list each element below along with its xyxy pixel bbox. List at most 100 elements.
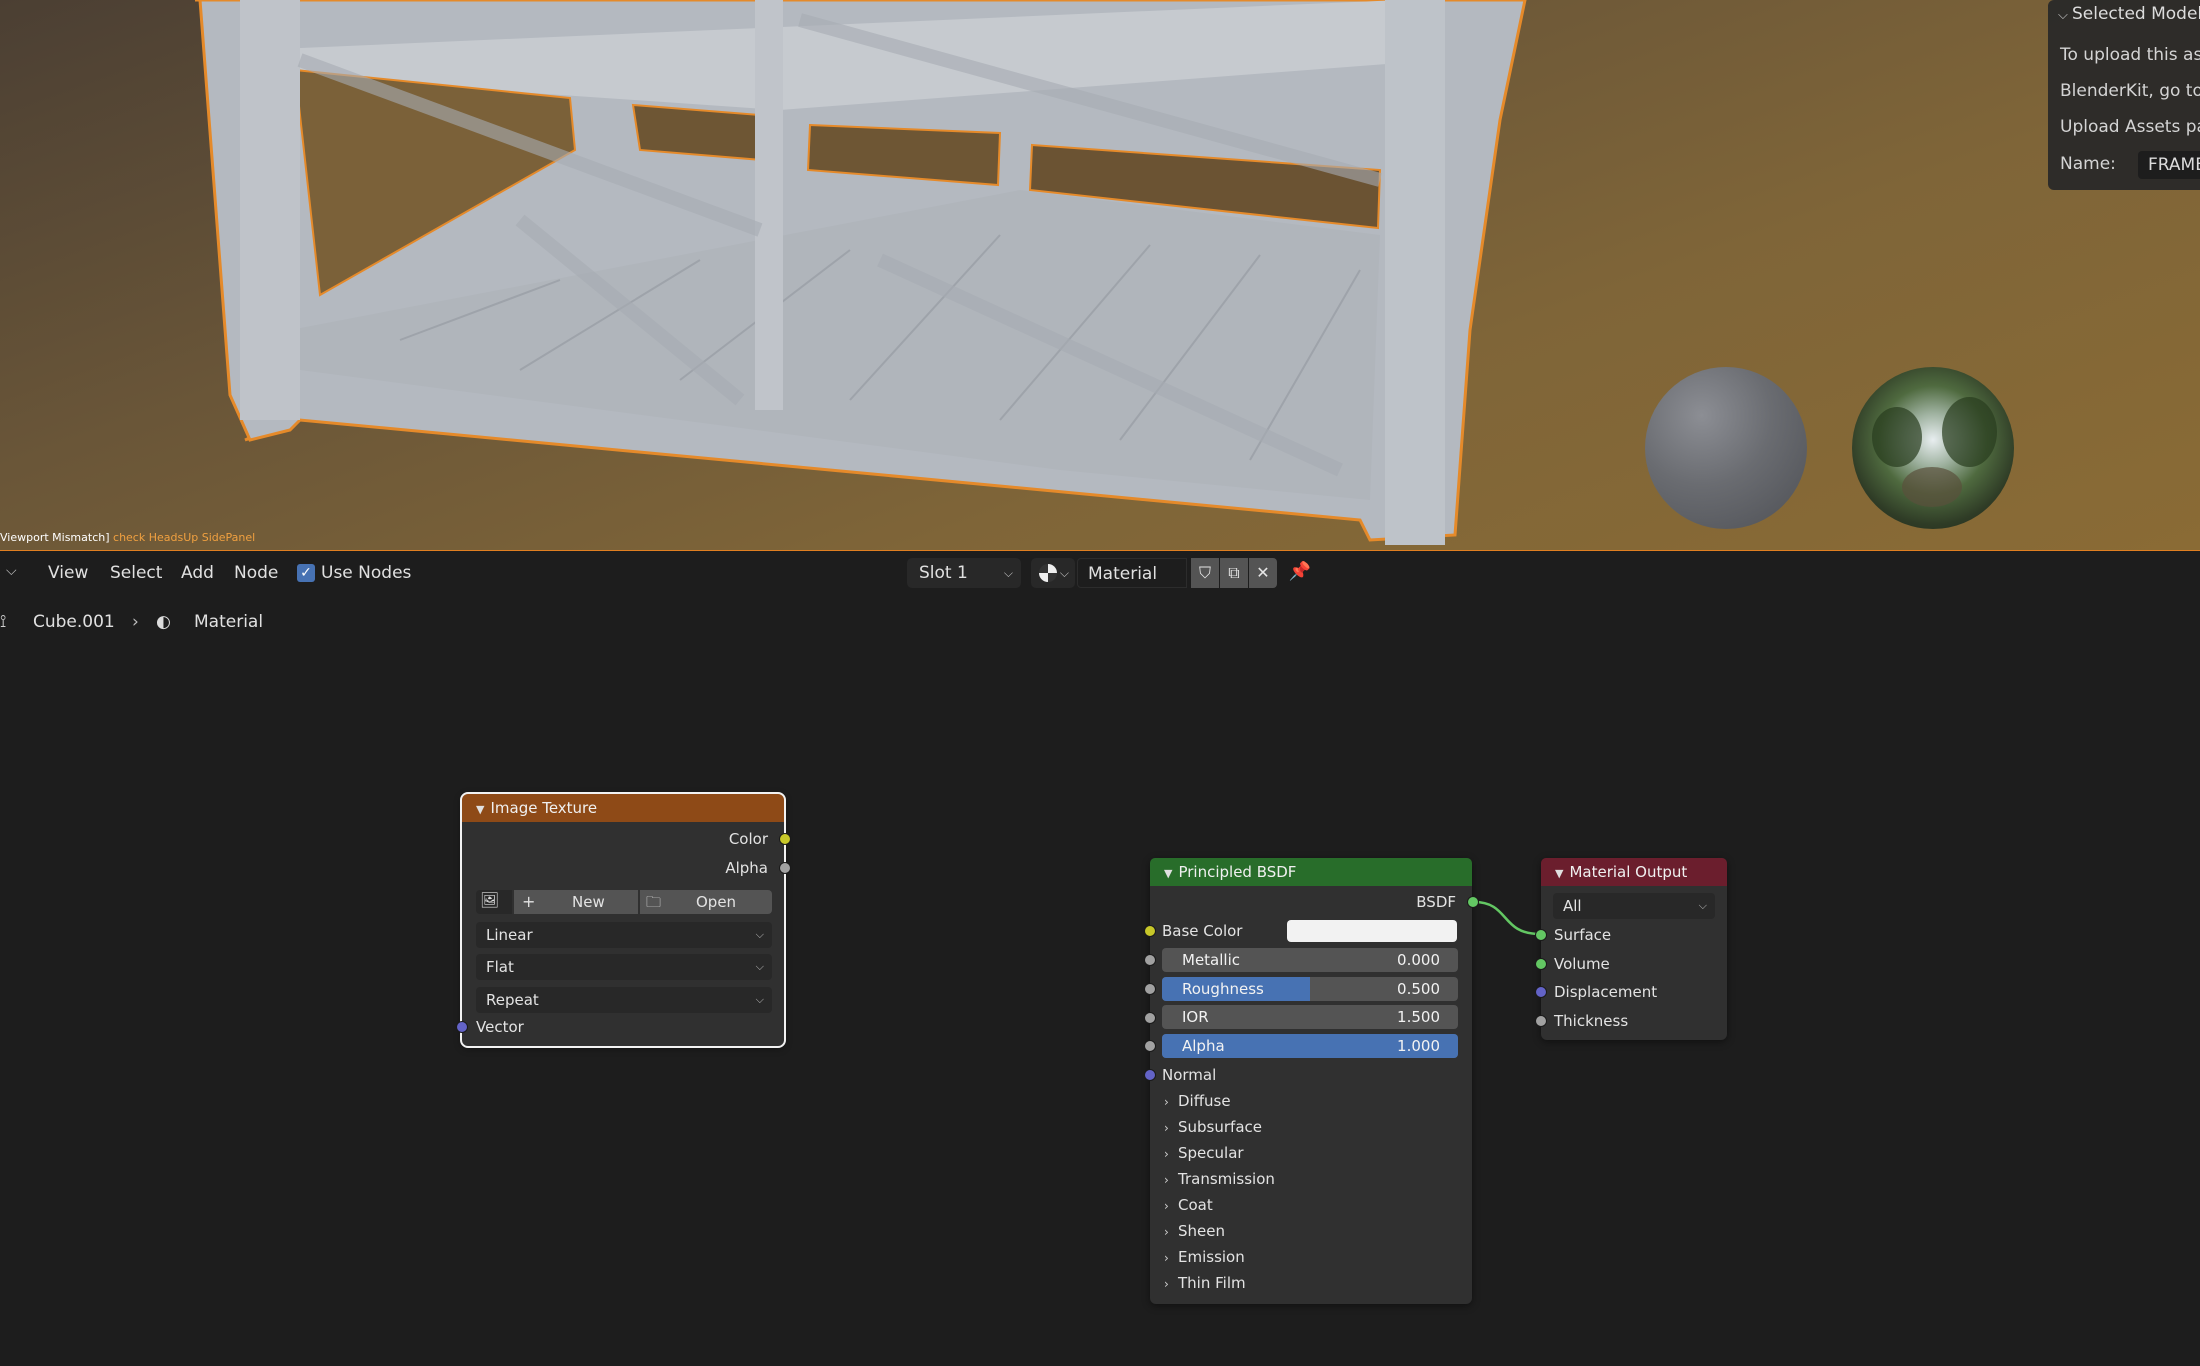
material-sphere-icon xyxy=(1039,564,1057,582)
chevron-right-icon: › xyxy=(1164,1121,1169,1135)
panel-coat[interactable]: › Coat xyxy=(1164,1192,1213,1218)
node-header[interactable]: ▼ Principled BSDF xyxy=(1150,858,1472,886)
panel-text-line: Upload Assets pa xyxy=(2060,117,2200,137)
alpha-socket[interactable] xyxy=(1144,1040,1156,1052)
ior-slider[interactable]: IOR 1.500 xyxy=(1162,1005,1458,1029)
input-surface: Surface xyxy=(1554,926,1612,944)
use-nodes-label: Use Nodes xyxy=(321,563,412,583)
chevron-down-icon: ⌵ xyxy=(2058,8,2068,23)
panel-header[interactable]: ⌵ Selected Model xyxy=(2058,4,2200,24)
alpha-slider[interactable]: Alpha 1.000 xyxy=(1162,1034,1458,1058)
pin-icon[interactable]: 📌 xyxy=(1288,561,1312,585)
browse-image-button[interactable]: 🖼 xyxy=(476,890,512,914)
unlink-close-icon[interactable]: ✕ xyxy=(1249,558,1277,588)
matcap-preview-sphere xyxy=(1645,367,1807,529)
node-header[interactable]: ▼ Material Output xyxy=(1541,858,1727,886)
metallic-slider[interactable]: Metallic 0.000 xyxy=(1162,948,1458,972)
chevron-right-icon: › xyxy=(132,612,139,632)
material-icon: ◐ xyxy=(156,612,171,632)
panel-specular[interactable]: › Specular xyxy=(1164,1140,1244,1166)
slot-dropdown[interactable]: Slot 1 ⌵ xyxy=(907,558,1021,588)
blenderkit-side-panel: ⌵ Selected Model To upload this ass Blend… xyxy=(2048,0,2200,190)
panel-diffuse[interactable]: › Diffuse xyxy=(1164,1088,1231,1114)
chevron-down-icon: ⌵ xyxy=(1698,899,1707,912)
input-displacement: Displacement xyxy=(1554,983,1658,1001)
surface-input-socket[interactable] xyxy=(1535,929,1547,941)
chevron-down-icon: ⌵ xyxy=(755,928,764,941)
chevron-down-icon: ⌵ xyxy=(1059,566,1069,580)
ior-socket[interactable] xyxy=(1144,1012,1156,1024)
chevron-down-icon: ⌵ xyxy=(755,993,764,1006)
extension-dropdown[interactable]: Repeat ⌵ xyxy=(476,987,772,1013)
browse-material-button[interactable]: ⌵ xyxy=(1031,558,1075,588)
thickness-input-socket[interactable] xyxy=(1535,1015,1547,1027)
normal-socket[interactable] xyxy=(1144,1069,1156,1081)
breadcrumb-material: Material xyxy=(194,612,264,632)
displacement-input-socket[interactable] xyxy=(1535,986,1547,998)
chevron-right-icon: › xyxy=(1164,1147,1169,1161)
editor-type-dropdown[interactable]: ⌵ xyxy=(6,563,17,579)
panel-subsurface[interactable]: › Subsurface xyxy=(1164,1114,1262,1140)
chevron-down-icon: ▼ xyxy=(1164,867,1173,880)
roughness-slider[interactable]: Roughness 0.500 xyxy=(1162,977,1458,1001)
menu-add[interactable]: Add xyxy=(181,563,214,583)
chevron-down-icon: ⌵ xyxy=(755,960,764,973)
menu-node[interactable]: Node xyxy=(234,563,278,583)
bsdf-output-socket[interactable] xyxy=(1467,896,1479,908)
target-dropdown[interactable]: All ⌵ xyxy=(1553,893,1715,919)
interpolation-dropdown[interactable]: Linear ⌵ xyxy=(476,922,772,948)
open-image-button[interactable]: 🗀 Open xyxy=(640,890,772,914)
use-nodes-checkbox[interactable]: ✓ xyxy=(297,564,315,582)
image-icon: 🖼 xyxy=(480,891,500,909)
chevron-right-icon: › xyxy=(1164,1251,1169,1265)
new-image-button[interactable]: + New xyxy=(514,890,638,914)
panel-text-line: To upload this ass xyxy=(2060,45,2200,65)
plus-icon: + xyxy=(522,892,536,911)
panel-thin-film[interactable]: › Thin Film xyxy=(1164,1270,1246,1296)
hdri-preview-sphere xyxy=(1852,367,2014,529)
material-name-field[interactable]: Material xyxy=(1077,558,1187,588)
chevron-right-icon: › xyxy=(1164,1199,1169,1213)
area-border xyxy=(0,550,2200,551)
output-bsdf: BSDF xyxy=(1416,893,1456,911)
node-header[interactable]: ▼ Image Texture xyxy=(462,794,784,822)
vector-input-socket[interactable] xyxy=(456,1021,468,1033)
base-color-swatch[interactable] xyxy=(1287,920,1457,942)
chevron-right-icon: › xyxy=(1164,1173,1169,1187)
duplicate-material-icon[interactable]: ⧉ xyxy=(1220,558,1248,588)
input-vector: Vector xyxy=(476,1018,524,1036)
chevron-right-icon: › xyxy=(1164,1277,1169,1291)
volume-input-socket[interactable] xyxy=(1535,958,1547,970)
output-alpha: Alpha xyxy=(725,859,768,877)
name-input[interactable]: FRAME xyxy=(2138,151,2200,179)
fake-user-shield-icon[interactable]: ⛉ xyxy=(1191,558,1219,588)
image-texture-node[interactable]: ▼ Image Texture Color Alpha 🖼 + New 🗀 Ope… xyxy=(456,792,791,1048)
node-editor-header: ⌵ View Select Add Node ✓ Use Nodes Slot … xyxy=(0,553,2200,593)
menu-view[interactable]: View xyxy=(48,563,88,583)
roughness-socket[interactable] xyxy=(1144,983,1156,995)
chevron-right-icon: › xyxy=(1164,1225,1169,1239)
breadcrumb-object: Cube.001 xyxy=(33,612,115,632)
panel-text-line: BlenderKit, go to t xyxy=(2060,81,2200,101)
panel-transmission[interactable]: › Transmission xyxy=(1164,1166,1275,1192)
projection-dropdown[interactable]: Flat ⌵ xyxy=(476,954,772,980)
chevron-right-icon: › xyxy=(1164,1095,1169,1109)
metallic-socket[interactable] xyxy=(1144,954,1156,966)
chevron-down-icon: ⌵ xyxy=(1003,566,1013,580)
alpha-output-socket[interactable] xyxy=(779,862,791,874)
menu-select[interactable]: Select xyxy=(110,563,162,583)
base-color-socket[interactable] xyxy=(1144,925,1156,937)
color-output-socket[interactable] xyxy=(779,833,791,845)
normal-row: Normal xyxy=(1162,1066,1217,1084)
principled-bsdf-node[interactable]: ▼ Principled BSDF BSDF Base Color Metalli… xyxy=(1144,858,1479,1304)
panel-sheen[interactable]: › Sheen xyxy=(1164,1218,1225,1244)
material-output-node[interactable]: ▼ Material Output All ⌵ Surface Volume Dis… xyxy=(1535,858,1727,1040)
viewport-status-text: Viewport Mismatch] check HeadsUp SidePan… xyxy=(0,531,256,544)
chevron-down-icon: ▼ xyxy=(476,803,485,816)
3d-viewport[interactable]: ⌵ Selected Model To upload this ass Blend… xyxy=(0,0,2200,551)
chevron-down-icon: ▼ xyxy=(1555,867,1564,880)
panel-emission[interactable]: › Emission xyxy=(1164,1244,1245,1270)
input-thickness: Thickness xyxy=(1554,1012,1629,1030)
name-label: Name: xyxy=(2060,154,2116,174)
output-color: Color xyxy=(728,830,768,848)
